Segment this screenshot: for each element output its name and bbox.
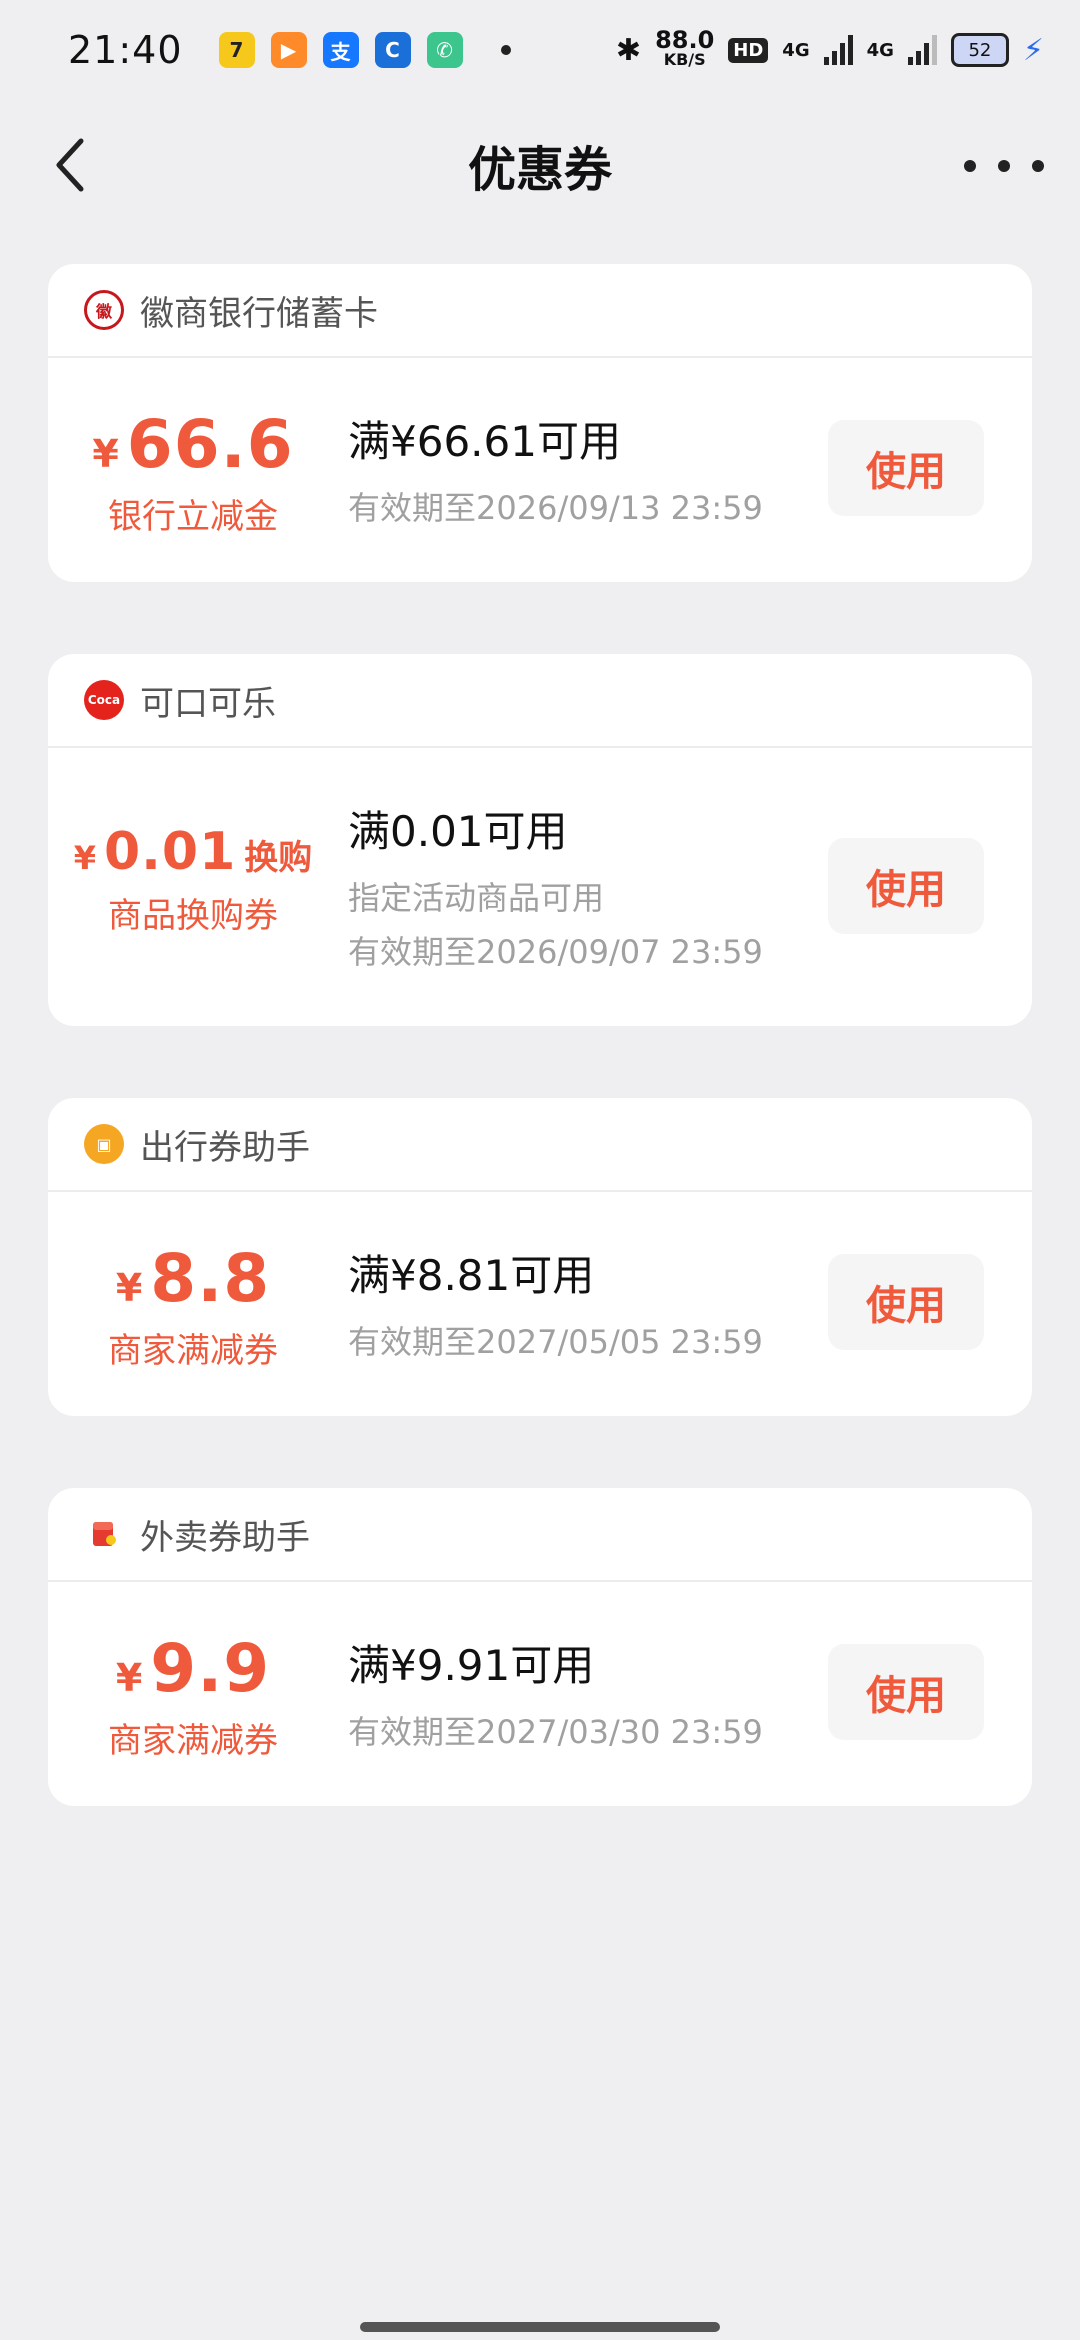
hd-badge: HD bbox=[728, 37, 769, 63]
use-button[interactable]: 使用 bbox=[828, 420, 984, 516]
coupon-body: ¥ 0.01 换购 商品换购券 满0.01可用 指定活动商品可用 有效期至202… bbox=[48, 748, 1032, 1026]
amount-block: ¥ 8.8 商家满减券 bbox=[48, 1240, 338, 1372]
coca-cola-logo-icon: Coca bbox=[84, 680, 124, 720]
coupon-info: 满¥8.81可用 有效期至2027/05/05 23:59 bbox=[348, 1242, 763, 1363]
page-title: 优惠券 bbox=[467, 142, 612, 198]
coupon-card: 徽 徽商银行储蓄卡 ¥ 66.6 银行立减金 满¥66.61可用 有效期至202… bbox=[48, 264, 1032, 582]
dot-icon bbox=[1032, 160, 1044, 172]
coupon-condition: 满¥8.81可用 bbox=[348, 1251, 595, 1300]
coupon-validity: 有效期至2026/09/07 23:59 bbox=[348, 933, 763, 971]
battery-level: 52 bbox=[968, 39, 992, 61]
nav-bar: 优惠券 bbox=[0, 110, 1080, 220]
coupon-condition: 满0.01可用 bbox=[348, 807, 568, 856]
battery-icon: 52 bbox=[950, 33, 1009, 67]
dot-icon bbox=[964, 160, 976, 172]
use-button[interactable]: 使用 bbox=[828, 1644, 984, 1740]
coupon-validity: 有效期至2027/03/30 23:59 bbox=[348, 1713, 763, 1751]
coupon-info: 满¥66.61可用 有效期至2026/09/13 23:59 bbox=[348, 408, 763, 529]
coupon-amount: 66.6 bbox=[126, 406, 294, 483]
notification-icons: 7 ▶ 支 C ✆ bbox=[218, 32, 511, 68]
use-button[interactable]: 使用 bbox=[828, 838, 984, 934]
amount-block: ¥ 0.01 换购 商品换购券 bbox=[48, 822, 338, 937]
coupon-condition: 满¥66.61可用 bbox=[348, 417, 621, 466]
bluetooth-icon: ✱ bbox=[615, 32, 642, 68]
charging-icon: ⚡ bbox=[1022, 32, 1044, 68]
status-time: 21:40 bbox=[68, 28, 183, 72]
coupon-card: 外卖券助手 ¥ 9.9 商家满减券 满¥9.91可用 有效期至2027/03/3… bbox=[48, 1488, 1032, 1806]
coupon-card: ▣ 出行券助手 ¥ 8.8 商家满减券 满¥8.81可用 有效期至2027/05… bbox=[48, 1098, 1032, 1416]
coupon-type: 商品换购券 bbox=[108, 896, 278, 936]
more-notifications-dot bbox=[500, 45, 511, 55]
net-speed-value: 88.0 bbox=[655, 26, 715, 54]
net-speed-unit: KB/S bbox=[663, 50, 706, 69]
currency-symbol: ¥ bbox=[73, 839, 96, 877]
coupon-amount: 9.9 bbox=[150, 1630, 271, 1707]
takeout-helper-logo-icon bbox=[84, 1514, 124, 1554]
video-app-icon: ▶ bbox=[270, 32, 307, 68]
travel-helper-logo-icon: ▣ bbox=[84, 1124, 124, 1164]
status-right: ✱ 88.0 KB/S HD 4G 4G 52 ⚡ bbox=[615, 26, 1044, 70]
net-speed: 88.0 KB/S bbox=[655, 26, 715, 70]
merchant-name: 外卖券助手 bbox=[140, 1517, 310, 1558]
currency-symbol: ¥ bbox=[115, 1656, 143, 1700]
amount-block: ¥ 9.9 商家满减券 bbox=[48, 1630, 338, 1762]
red-packet-icon bbox=[93, 1522, 116, 1546]
back-arrow-icon bbox=[56, 138, 84, 192]
coupon-amount-suffix: 换购 bbox=[244, 838, 313, 878]
status-bar: 21:40 7 ▶ 支 C ✆ ✱ 88.0 KB/S HD 4G 4G 52 … bbox=[0, 0, 1080, 100]
coupon-note: 指定活动商品可用 bbox=[348, 879, 605, 917]
signal-label-1: 4G bbox=[782, 39, 810, 61]
browser-app-icon: C bbox=[374, 32, 411, 68]
coupon-info: 满0.01可用 指定活动商品可用 有效期至2026/09/07 23:59 bbox=[348, 798, 763, 973]
merchant-name: 出行券助手 bbox=[140, 1127, 310, 1168]
coupon-header: 徽 徽商银行储蓄卡 bbox=[48, 264, 1032, 358]
more-options-button[interactable] bbox=[964, 136, 1044, 196]
coupon-card: Coca 可口可乐 ¥ 0.01 换购 商品换购券 满0.01可用 指定活动商品… bbox=[48, 654, 1032, 1026]
back-button[interactable] bbox=[40, 130, 100, 200]
coupon-amount: 0.01 bbox=[103, 822, 237, 882]
coupon-type: 商家满减券 bbox=[108, 1721, 278, 1761]
coupon-body: ¥ 66.6 银行立减金 满¥66.61可用 有效期至2026/09/13 23… bbox=[48, 358, 1032, 582]
coupon-info: 满¥9.91可用 有效期至2027/03/30 23:59 bbox=[348, 1632, 763, 1753]
home-indicator[interactable] bbox=[360, 2322, 720, 2332]
coupon-amount: 8.8 bbox=[150, 1240, 271, 1317]
signal-icon bbox=[823, 35, 853, 65]
signal-label-2: 4G bbox=[866, 39, 894, 61]
coupon-type: 商家满减券 bbox=[108, 1331, 278, 1371]
coupon-validity: 有效期至2026/09/13 23:59 bbox=[348, 489, 763, 527]
coupon-header: ▣ 出行券助手 bbox=[48, 1098, 1032, 1192]
coupon-body: ¥ 8.8 商家满减券 满¥8.81可用 有效期至2027/05/05 23:5… bbox=[48, 1192, 1032, 1416]
coupon-header: 外卖券助手 bbox=[48, 1488, 1032, 1582]
signal-icon-2 bbox=[907, 35, 937, 65]
use-button[interactable]: 使用 bbox=[828, 1254, 984, 1350]
currency-symbol: ¥ bbox=[92, 432, 119, 476]
dot-icon bbox=[998, 160, 1010, 172]
merchant-name: 可口可乐 bbox=[140, 683, 276, 724]
coupon-body: ¥ 9.9 商家满减券 满¥9.91可用 有效期至2027/03/30 23:5… bbox=[48, 1582, 1032, 1806]
alipay-icon: 支 bbox=[322, 32, 359, 68]
currency-symbol: ¥ bbox=[115, 1266, 143, 1310]
coupon-validity: 有效期至2027/05/05 23:59 bbox=[348, 1323, 763, 1361]
amount-block: ¥ 66.6 银行立减金 bbox=[48, 406, 338, 538]
merchant-name: 徽商银行储蓄卡 bbox=[140, 293, 378, 334]
app-notification-icon: 7 bbox=[218, 32, 255, 68]
phone-app-icon: ✆ bbox=[426, 32, 463, 68]
bank-logo-icon: 徽 bbox=[84, 290, 124, 330]
coupon-header: Coca 可口可乐 bbox=[48, 654, 1032, 748]
coupon-condition: 满¥9.91可用 bbox=[348, 1641, 595, 1690]
coupon-type: 银行立减金 bbox=[108, 497, 278, 537]
